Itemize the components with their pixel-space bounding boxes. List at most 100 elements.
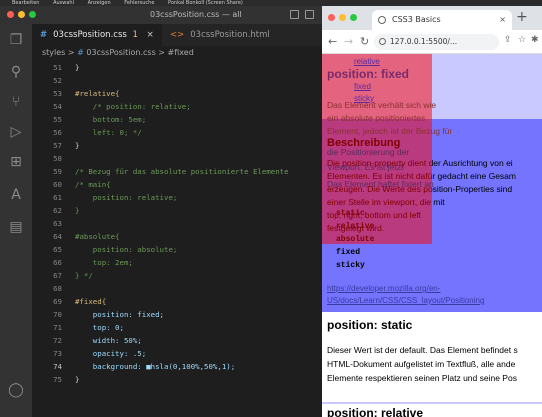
code-text: /* position: relative; <box>75 102 191 111</box>
line-number: 73 <box>53 349 62 358</box>
fixed-text-line: Das Element verhält sich wie <box>327 100 437 110</box>
search-icon[interactable]: ⚲ <box>8 64 24 80</box>
zoom-window-button[interactable] <box>29 11 36 18</box>
address-bar[interactable]: 127.0.0.1:5500/... <box>374 34 499 50</box>
line-number: 51 <box>53 63 62 72</box>
fixed-text-line: die Positionierung der <box>327 147 410 157</box>
notebook-icon[interactable]: ▤ <box>8 219 24 235</box>
browser-tab-strip: CSS3 Basics × + <box>322 6 542 30</box>
code-text: position: relative; <box>75 193 178 202</box>
line-number: 59 <box>53 167 62 176</box>
code-text: top: 2em; <box>75 258 133 267</box>
line-number: 70 <box>53 310 62 319</box>
forward-arrow-icon[interactable]: → <box>344 35 353 48</box>
line-number: 72 <box>53 336 62 345</box>
zoom-window-button[interactable] <box>350 14 357 21</box>
site-info-icon[interactable] <box>379 38 386 45</box>
files-icon[interactable]: ❐ <box>8 32 24 48</box>
source-control-icon[interactable]: ⑂ <box>8 94 24 110</box>
line-number: 68 <box>53 284 62 293</box>
code-text: } <box>75 63 80 72</box>
problem-count-badge: 1 <box>132 30 138 40</box>
extensions-puzzle-icon[interactable]: ✱ <box>531 35 539 45</box>
line-number: 60 <box>53 180 62 189</box>
fixed-text-line: Das Element haftet fixiert an <box>327 179 434 189</box>
breadcrumb-separator: > <box>67 48 75 57</box>
bookmark-star-icon[interactable]: ☆ <box>518 35 526 45</box>
code-text: /* Bezug für das absolute positionierte … <box>75 167 289 176</box>
fixed-text-line: Element, jedoch ist der Bezug für <box>327 126 453 136</box>
browser-window: CSS3 Basics × + ← → ↻ 127.0.0.1:5500/...… <box>322 6 542 417</box>
mdn-link[interactable]: US/docs/Learn/CSS/CSS_layout/Positioning <box>327 296 484 305</box>
line-number: 62 <box>53 206 62 215</box>
line-number: 61 <box>53 193 62 202</box>
breadcrumb-separator: > <box>158 48 165 57</box>
position-value: sticky <box>336 261 365 270</box>
new-tab-icon[interactable]: + <box>516 9 528 25</box>
static-line: Dieser Wert ist der default. Das Element… <box>327 345 518 355</box>
tab-css-file[interactable]: #03cssPosition.css 1 × <box>32 24 162 46</box>
css-file-icon: # <box>77 48 84 57</box>
run-debug-icon[interactable]: ▷ <box>8 124 24 140</box>
code-text: background: ■hsla(0,100%,50%,1); <box>75 362 236 371</box>
fixed-text-line: ein absolute positioniertes <box>327 113 426 123</box>
close-tab-icon[interactable]: × <box>147 30 154 40</box>
browser-window-controls <box>328 14 357 21</box>
static-line: Elemente respektieren seinen Platz und s… <box>327 373 517 383</box>
window-title: 03cssPosition.css — all <box>150 10 242 19</box>
line-number: 63 <box>53 219 62 228</box>
css-file-icon: # <box>40 30 48 40</box>
breadcrumb-symbol[interactable]: #fixed <box>168 48 194 57</box>
reload-icon[interactable]: ↻ <box>360 35 369 48</box>
fixed-link[interactable]: relative <box>354 57 380 66</box>
code-text: } */ <box>75 271 93 280</box>
line-number: 65 <box>53 245 62 254</box>
fixed-link[interactable]: fixed <box>354 82 371 91</box>
line-number: 58 <box>53 154 62 163</box>
line-number: 74 <box>53 362 62 371</box>
html-file-icon: <> <box>170 30 185 40</box>
code-editor[interactable]: 51} 52 53 #relative{54 /* position: relativ… <box>32 60 325 417</box>
globe-icon <box>378 16 386 24</box>
breadcrumb-folder[interactable]: styles <box>42 48 65 57</box>
mdn-link[interactable]: https://developer.mozilla.org/en- <box>327 284 440 293</box>
code-text: bottom: 5em; <box>75 115 147 124</box>
code-text: } <box>75 141 80 150</box>
close-window-button[interactable] <box>328 14 335 21</box>
close-tab-icon[interactable]: × <box>499 10 506 30</box>
code-text: top: 0; <box>75 323 124 332</box>
fixed-heading: position: fixed <box>327 67 409 81</box>
browser-toolbar: ← → ↻ 127.0.0.1:5500/... ⇪ ☆ ✱ <box>322 30 542 54</box>
browser-tab-title: CSS3 Basics <box>392 15 441 24</box>
activity-bar: ❐ ⚲ ⑂ ▷ ⊞ A ▤ ◯ <box>0 24 32 417</box>
editor-tabs: #03cssPosition.css 1 × <> 03cssPosition.h… <box>32 24 325 46</box>
minimize-window-button[interactable] <box>18 11 25 18</box>
code-text: opacity: .5; <box>75 349 147 358</box>
url-text: 127.0.0.1:5500/... <box>390 37 458 46</box>
account-icon[interactable]: ◯ <box>8 382 24 398</box>
line-number: 64 <box>53 232 62 241</box>
layout-icon[interactable] <box>305 10 314 19</box>
share-icon[interactable]: ⇪ <box>504 35 512 45</box>
line-number: 53 <box>53 89 62 98</box>
relative-section: position: relative <box>322 404 542 417</box>
code-text: #relative{ <box>75 89 120 98</box>
code-text: position: fixed; <box>75 310 164 319</box>
static-line: HTML-Dokument aufgelistet im Textfluß, a… <box>327 359 516 369</box>
minimize-window-button[interactable] <box>339 14 346 21</box>
azure-icon[interactable]: A <box>8 187 24 203</box>
extensions-icon[interactable]: ⊞ <box>8 154 24 170</box>
code-text: left: 0; */ <box>75 128 142 137</box>
tab-html-file[interactable]: <> 03cssPosition.html <box>162 24 302 46</box>
line-number: 75 <box>53 375 62 384</box>
browser-tab[interactable]: CSS3 Basics × <box>372 10 512 30</box>
window-controls <box>7 11 36 18</box>
tab-label: 03cssPosition.html <box>190 30 270 40</box>
close-window-button[interactable] <box>7 11 14 18</box>
breadcrumb-file[interactable]: 03cssPosition.css <box>86 48 155 57</box>
split-editor-icon[interactable] <box>290 10 299 19</box>
back-arrow-icon[interactable]: ← <box>328 35 337 48</box>
code-text: } <box>75 206 80 215</box>
vscode-titlebar: 03cssPosition.css — all <box>0 6 325 24</box>
static-heading: position: static <box>327 318 413 332</box>
